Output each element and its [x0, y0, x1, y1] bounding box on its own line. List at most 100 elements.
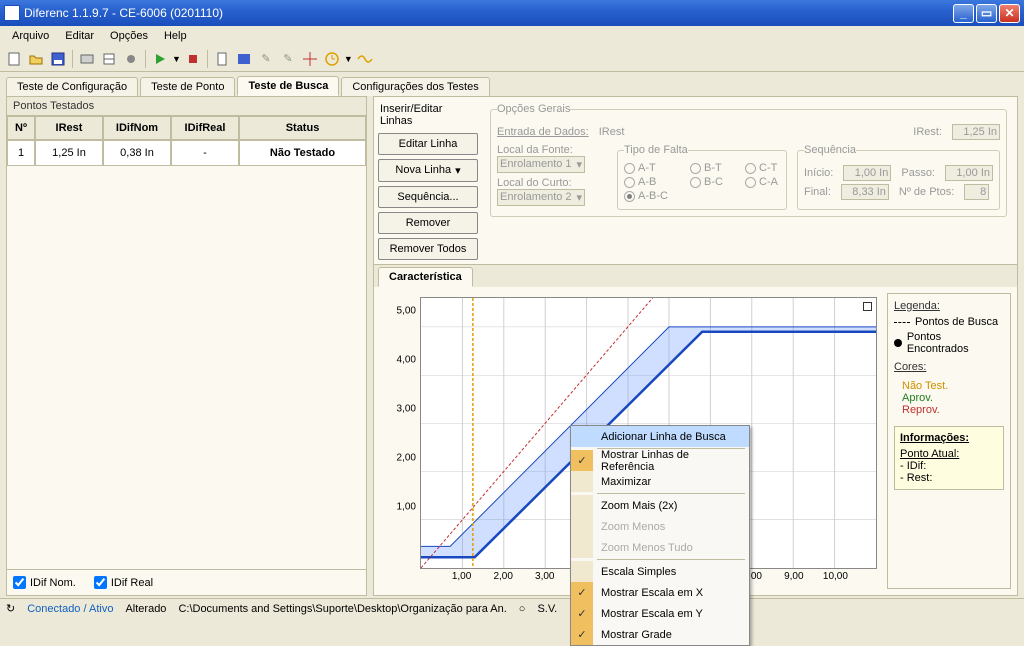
app-icon — [4, 5, 20, 21]
remall-button[interactable]: Remover Todos — [378, 238, 478, 260]
seq-button[interactable]: Sequência... — [378, 186, 478, 208]
menu-opcoes[interactable]: Opções — [102, 28, 156, 44]
crosshair-icon[interactable] — [300, 49, 320, 69]
zoom-square-icon[interactable] — [863, 302, 872, 311]
unit-icon[interactable] — [234, 49, 254, 69]
open-icon[interactable] — [26, 49, 46, 69]
col-num[interactable]: Nº — [7, 116, 35, 140]
report-icon[interactable] — [212, 49, 232, 69]
checkbox-row: IDif Nom. IDif Real — [7, 569, 366, 595]
cb-idifreal[interactable]: IDif Real — [94, 576, 153, 589]
cell-idifnom[interactable]: 0,38 In — [103, 140, 171, 166]
button-column: Inserir/Editar Linhas Editar Linha Nova … — [378, 101, 478, 260]
cell-irest[interactable]: 1,25 In — [35, 140, 103, 166]
window-title: Diferenc 1.1.9.7 - CE-6006 (0201110) — [24, 6, 951, 20]
legend: Legenda: Pontos de Busca Pontos Encontra… — [887, 293, 1011, 589]
ctx-max[interactable]: Maximizar — [571, 471, 749, 492]
enr1-select[interactable]: Enrolamento 1▾ — [497, 156, 585, 173]
status-conn: Conectado / Ativo — [27, 603, 113, 615]
cell-num[interactable]: 1 — [7, 140, 35, 166]
tipo-label: Tipo de Falta — [624, 144, 688, 156]
minimize-button[interactable]: _ — [953, 4, 974, 23]
brush-icon[interactable]: ✎ — [278, 49, 298, 69]
local-curto-label: Local do Curto: — [497, 177, 607, 189]
points-table: Nº IRest IDifNom IDifReal Status 1 1,25 … — [7, 116, 366, 166]
radio-ab[interactable]: A-B — [624, 176, 670, 188]
enr2-select[interactable]: Enrolamento 2▾ — [497, 189, 585, 206]
opts-title: Opções Gerais — [497, 103, 570, 115]
ctx-simples[interactable]: Escala Simples — [571, 561, 749, 582]
entrada-label: Entrada de Dados: — [497, 126, 589, 138]
col-status[interactable]: Status — [239, 116, 366, 140]
ins-title: Inserir/Editar Linhas — [378, 101, 478, 129]
cell-idifreal[interactable]: - — [171, 140, 239, 166]
inicio-input[interactable] — [843, 165, 891, 181]
main: Pontos Testados Nº IRest IDifNom IDifRea… — [6, 96, 1018, 596]
new-icon[interactable] — [4, 49, 24, 69]
status-path: C:\Documents and Settings\Suporte\Deskto… — [178, 603, 506, 615]
info-box: Informações: Ponto Atual: - IDif: - Rest… — [894, 426, 1004, 490]
menubar: Arquivo Editar Opções Help — [0, 26, 1024, 46]
radio-bc[interactable]: B-C — [690, 176, 725, 188]
tab-ct[interactable]: Configurações dos Testes — [341, 77, 489, 96]
irest-label: IRest: — [913, 126, 942, 138]
entrada-val: IRest — [599, 126, 625, 138]
cb-idifnom[interactable]: IDif Nom. — [13, 576, 76, 589]
status-sv: S.V. — [537, 603, 557, 615]
options-group: Opções Gerais Entrada de Dados: IRest IR… — [484, 101, 1013, 260]
col-irest[interactable]: IRest — [35, 116, 103, 140]
hardware-icon[interactable] — [77, 49, 97, 69]
settings-icon[interactable] — [121, 49, 141, 69]
maximize-button[interactable]: ▭ — [976, 4, 997, 23]
clear-icon[interactable]: ✎ — [256, 49, 276, 69]
toolbar: ▼ ✎ ✎ ▼ — [0, 46, 1024, 72]
rem-button[interactable]: Remover — [378, 212, 478, 234]
clock-icon[interactable] — [322, 49, 342, 69]
final-input[interactable] — [841, 184, 889, 200]
config-icon[interactable] — [99, 49, 119, 69]
nova-button[interactable]: Nova Linha▾ — [378, 159, 478, 182]
seq-label: Sequência — [804, 144, 856, 156]
ctx-ey[interactable]: ✓Mostrar Escala em Y — [571, 603, 749, 624]
tab-busca[interactable]: Teste de Busca — [237, 76, 339, 96]
context-menu: Adicionar Linha de Busca ✓Mostrar Linhas… — [570, 425, 750, 646]
legend-title: Legenda: — [894, 300, 1004, 312]
ctx-zmenost: Zoom Menos Tudo — [571, 537, 749, 558]
radio-ca[interactable]: C-A — [745, 176, 780, 188]
save-icon[interactable] — [48, 49, 68, 69]
tab-ponto[interactable]: Teste de Ponto — [140, 77, 235, 96]
radio-abc[interactable]: A-B-C — [624, 190, 670, 202]
tab-caracteristica[interactable]: Característica — [378, 267, 473, 287]
status-refresh-icon[interactable]: ↻ — [6, 602, 15, 615]
play-icon[interactable] — [150, 49, 170, 69]
ctx-add[interactable]: Adicionar Linha de Busca — [571, 426, 749, 447]
menu-arquivo[interactable]: Arquivo — [4, 28, 57, 44]
stop-icon[interactable] — [183, 49, 203, 69]
wave-icon[interactable] — [355, 49, 375, 69]
ctx-zmais[interactable]: Zoom Mais (2x) — [571, 495, 749, 516]
ctx-grade[interactable]: ✓Mostrar Grade — [571, 624, 749, 645]
y-axis: 5,00 4,00 3,00 2,00 1,00 — [380, 293, 420, 567]
cell-status[interactable]: Não Testado — [239, 140, 366, 166]
ctx-ref[interactable]: ✓Mostrar Linhas de Referência — [571, 450, 749, 471]
ctx-ex[interactable]: ✓Mostrar Escala em X — [571, 582, 749, 603]
nptos-input[interactable] — [964, 184, 989, 200]
passo-input[interactable] — [945, 165, 993, 181]
close-button[interactable]: ✕ — [999, 4, 1020, 23]
radio-at[interactable]: A-T — [624, 162, 670, 174]
tab-config[interactable]: Teste de Configuração — [6, 77, 138, 96]
left-panel: Pontos Testados Nº IRest IDifNom IDifRea… — [6, 96, 367, 596]
col-idifnom[interactable]: IDifNom — [103, 116, 171, 140]
radio-bt[interactable]: B-T — [690, 162, 725, 174]
left-title: Pontos Testados — [7, 97, 366, 116]
tabstrip: Teste de Configuração Teste de Ponto Tes… — [0, 72, 1024, 96]
irest-input[interactable] — [952, 124, 1000, 140]
menu-editar[interactable]: Editar — [57, 28, 102, 44]
menu-help[interactable]: Help — [156, 28, 195, 44]
statusbar: ↻ Conectado / Ativo Alterado C:\Document… — [0, 598, 1024, 618]
chevron-down-icon: ▾ — [455, 164, 461, 177]
radio-ct[interactable]: C-T — [745, 162, 780, 174]
right-top: Inserir/Editar Linhas Editar Linha Nova … — [374, 97, 1017, 265]
col-idifreal[interactable]: IDifReal — [171, 116, 239, 140]
editar-button[interactable]: Editar Linha — [378, 133, 478, 155]
